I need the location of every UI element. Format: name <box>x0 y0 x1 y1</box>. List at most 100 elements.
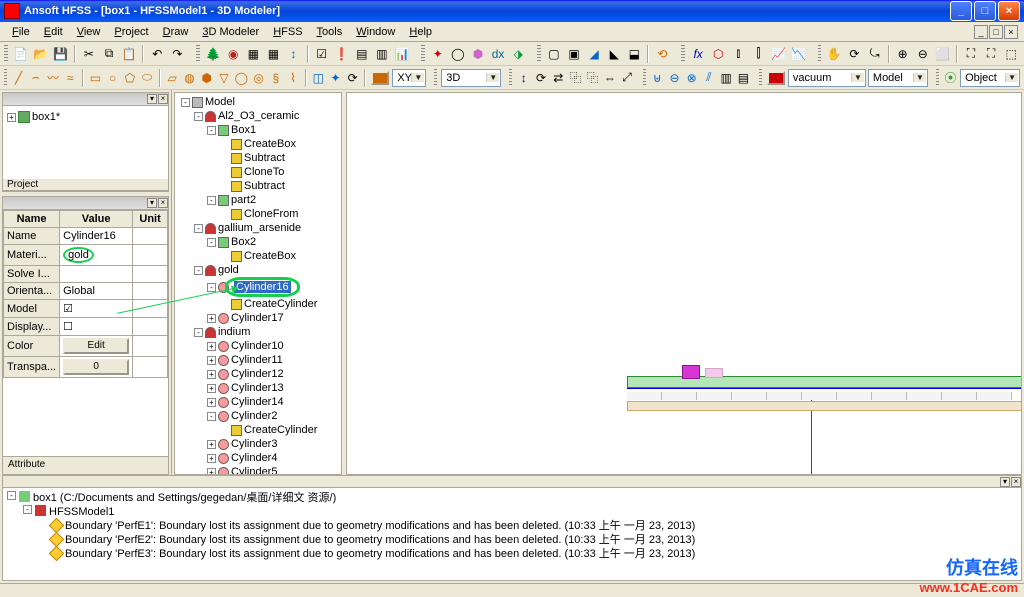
tree-expander[interactable]: - <box>207 126 216 135</box>
dup2-button[interactable]: ⿻ <box>585 68 600 88</box>
menu-project[interactable]: Project <box>108 24 154 40</box>
tree-expander[interactable]: + <box>207 398 216 407</box>
fit-button[interactable]: ⛶ <box>962 44 980 64</box>
undo-button[interactable]: ↶ <box>148 44 166 64</box>
tree-item[interactable]: +Cylinder13 <box>179 381 339 395</box>
warning-item[interactable]: Boundary 'PerfE3': Boundary lost its ass… <box>7 547 1017 561</box>
pt-button[interactable]: ✦ <box>328 68 343 88</box>
cost2-button[interactable]: 📉 <box>790 44 808 64</box>
props-header[interactable]: Value <box>60 211 133 228</box>
tree-item[interactable]: +Cylinder11 <box>179 353 339 367</box>
mesh-button[interactable]: ▦ <box>244 44 262 64</box>
tree-expander[interactable]: - <box>194 112 203 121</box>
tree-item[interactable]: -Model <box>179 95 339 109</box>
rect-button[interactable]: ▭ <box>88 68 103 88</box>
home-button[interactable]: ⬚ <box>1002 44 1020 64</box>
table-row[interactable]: Orienta...Global <box>4 283 168 300</box>
tree-item[interactable]: CloneTo <box>179 165 339 179</box>
paste-button[interactable]: 📋 <box>120 44 138 64</box>
panel-close-button[interactable]: × <box>1011 477 1021 487</box>
play-button[interactable]: ❗ <box>333 44 351 64</box>
table-row[interactable]: ColorEdit <box>4 336 168 357</box>
view-dropdown[interactable]: 3D <box>441 69 501 87</box>
mirror-button[interactable]: ⇄ <box>551 68 566 88</box>
tree-item[interactable]: -indium <box>179 325 339 339</box>
mdi-restore-button[interactable]: □ <box>989 25 1003 39</box>
tree-expander[interactable]: - <box>207 283 216 292</box>
tree-item[interactable]: -Cylinder2 <box>179 409 339 423</box>
tree-expander[interactable]: + <box>7 113 16 122</box>
tree-item[interactable]: +Cylinder4 <box>179 451 339 465</box>
subtract-button[interactable]: ⊖ <box>667 68 682 88</box>
split-button[interactable]: ⫽ <box>701 68 716 88</box>
attribute-tab[interactable]: Attribute <box>3 456 168 474</box>
tree-item[interactable]: +Cylinder12 <box>179 367 339 381</box>
cut-button[interactable]: ✂ <box>80 44 98 64</box>
panel-pin-button[interactable]: ▾ <box>147 94 157 104</box>
axis-icon[interactable]: ✦ <box>429 44 447 64</box>
bond-button[interactable]: ⌇ <box>285 68 300 88</box>
menu-window[interactable]: Window <box>350 24 401 40</box>
fit-sel-button[interactable]: ⛶ <box>982 44 1000 64</box>
table-row[interactable]: Model☑ <box>4 300 168 318</box>
panel-close-button[interactable]: × <box>158 94 168 104</box>
object-dropdown[interactable]: Object <box>960 69 1020 87</box>
minimize-button[interactable]: _ <box>950 1 972 21</box>
tree-expander[interactable]: + <box>207 384 216 393</box>
maximize-button[interactable]: □ <box>974 1 996 21</box>
warning-item[interactable]: Boundary 'PerfE2': Boundary lost its ass… <box>7 533 1017 547</box>
swatch2-button[interactable] <box>766 68 786 88</box>
script-button[interactable]: ▤ <box>353 44 371 64</box>
stat-button[interactable]: ⫾ <box>729 44 747 64</box>
zoom-out-button[interactable]: ⊖ <box>914 44 932 64</box>
ellipse-button[interactable]: ⬭ <box>139 68 154 88</box>
orbit-button[interactable]: ⟳ <box>845 44 863 64</box>
tree-expander[interactable]: - <box>194 224 203 233</box>
cone-button[interactable]: ▽ <box>216 68 231 88</box>
new-button[interactable]: 📄 <box>12 44 30 64</box>
prism-button[interactable]: ⬢ <box>199 68 214 88</box>
redo-button[interactable]: ↷ <box>168 44 186 64</box>
unite-button[interactable]: ⊎ <box>650 68 665 88</box>
tree-button[interactable]: 🌲 <box>204 44 222 64</box>
move-button[interactable]: ↕ <box>516 68 531 88</box>
torus-button[interactable]: ◎ <box>251 68 266 88</box>
tree-expander[interactable]: - <box>207 412 216 421</box>
tree-item[interactable]: CreateBox <box>179 249 339 263</box>
zoom-area-button[interactable]: ⬜ <box>934 44 952 64</box>
line-button[interactable]: ╱ <box>11 68 26 88</box>
field-button[interactable]: ⬢ <box>469 44 487 64</box>
orbit2-button[interactable]: ⤿ <box>866 44 884 64</box>
close-button[interactable]: × <box>998 1 1020 21</box>
properties-table[interactable]: NameValueUnitNameCylinder16Materi...gold… <box>3 210 168 378</box>
model-geometry[interactable] <box>627 376 1022 411</box>
separate-button[interactable]: ▤ <box>736 68 751 88</box>
tree-item[interactable]: CloneFrom <box>179 207 339 221</box>
tree-item[interactable]: -gallium_arsenide <box>179 221 339 235</box>
tree-item[interactable]: -Box2 <box>179 235 339 249</box>
rot-button[interactable]: ⟲ <box>653 44 671 64</box>
rotate-button[interactable]: ⟳ <box>533 68 548 88</box>
tree-expander[interactable]: + <box>207 440 216 449</box>
msg-model[interactable]: HFSSModel1 <box>49 505 114 519</box>
panel-close-button[interactable]: × <box>158 198 168 208</box>
tree-expander[interactable]: + <box>207 356 216 365</box>
tree-item[interactable]: CreateCylinder <box>179 423 339 437</box>
scope-dropdown[interactable]: Model <box>868 69 928 87</box>
tree-expander[interactable]: + <box>207 370 216 379</box>
tree-expander[interactable]: - <box>194 266 203 275</box>
far-button[interactable]: ◉ <box>224 44 242 64</box>
tree-expander[interactable]: + <box>207 454 216 463</box>
menu-help[interactable]: Help <box>403 24 438 40</box>
model-tree[interactable]: -Model-Al2_O3_ceramic-Box1CreateBoxSubtr… <box>174 92 342 475</box>
tree-item[interactable]: +Cylinder5 <box>179 465 339 475</box>
zoom-in-button[interactable]: ⊕ <box>894 44 912 64</box>
tree-expander[interactable]: + <box>207 342 216 351</box>
sphere-button[interactable]: ◯ <box>234 68 249 88</box>
tree-item[interactable]: -gold <box>179 263 339 277</box>
tree-item[interactable]: -part2 <box>179 193 339 207</box>
msg-root[interactable]: box1 (C:/Documents and Settings/gegedan/… <box>33 491 336 505</box>
mesh2-button[interactable]: ▦ <box>264 44 282 64</box>
shade-button[interactable]: ▣ <box>565 44 583 64</box>
table-row[interactable]: Solve I... <box>4 266 168 283</box>
